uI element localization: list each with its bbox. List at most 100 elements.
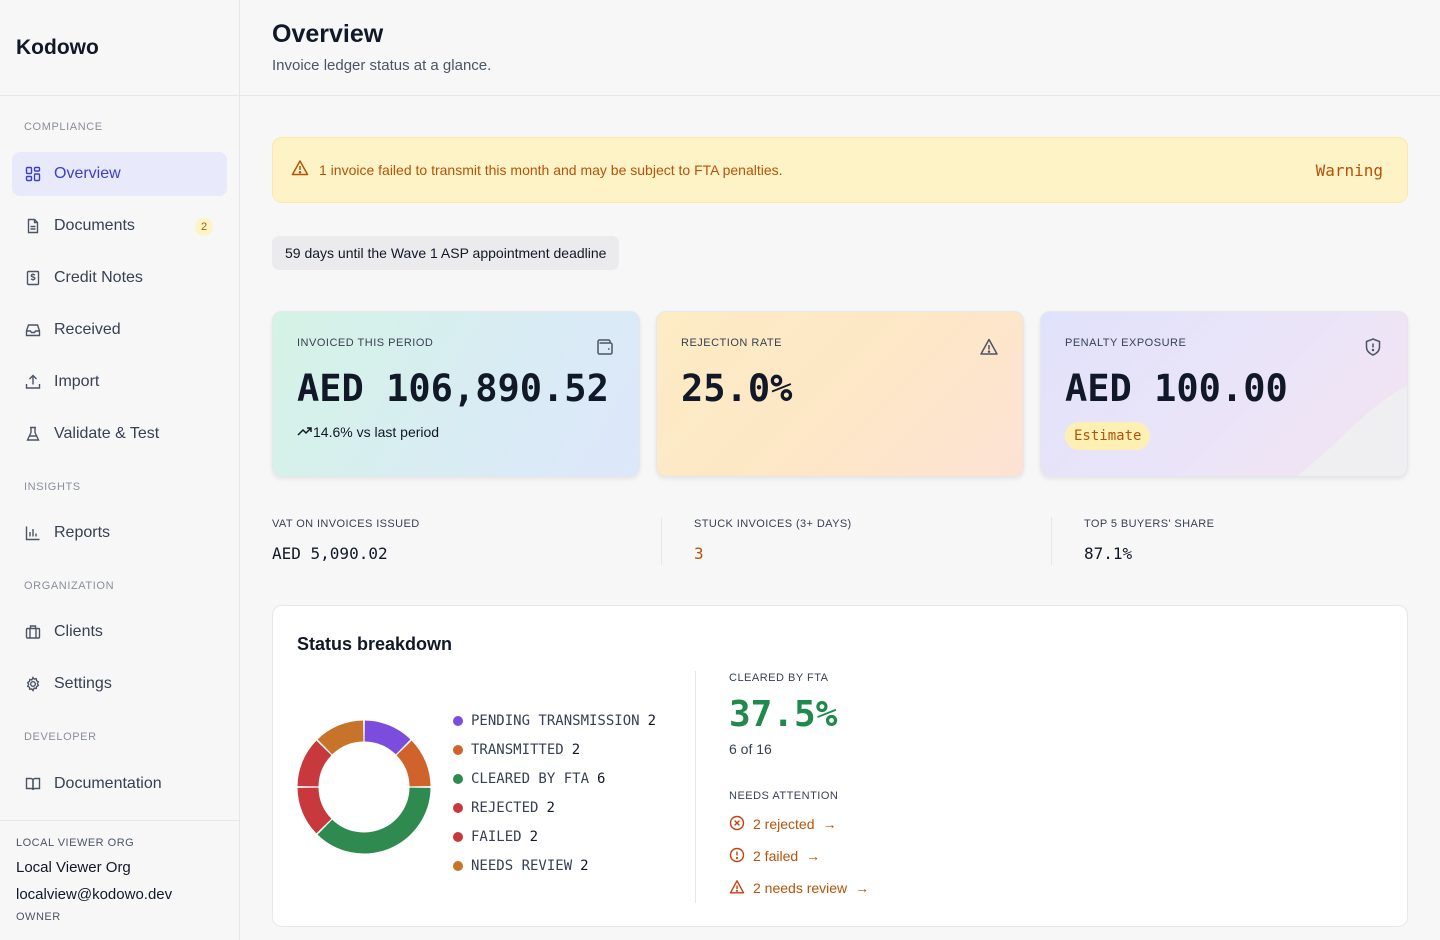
- stat-vat: VAT ON INVOICES ISSUED AED 5,090.02: [272, 518, 420, 563]
- legend-label: FAILED: [471, 828, 522, 845]
- donut-slice-cleared-by-fta: [317, 787, 431, 854]
- donut-slice-needs-review: [317, 720, 364, 755]
- sidebar-item-overview[interactable]: Overview: [12, 152, 227, 196]
- warning-icon: [979, 337, 999, 357]
- cleared-label: CLEARED BY FTA: [729, 672, 829, 684]
- sidebar-item-label: Reports: [54, 524, 111, 541]
- status-donut-chart: [297, 720, 431, 854]
- org-label: LOCAL VIEWER ORG: [16, 837, 135, 849]
- nav-section-compliance: COMPLIANCE: [24, 121, 103, 133]
- needs-review-link-label: 2 needs review: [753, 880, 848, 896]
- sidebar-item-documents[interactable]: Documents 2: [12, 204, 227, 248]
- legend-count: 2: [647, 712, 657, 729]
- rejected-link[interactable]: 2 rejected →: [729, 808, 869, 840]
- org-name: Local Viewer Org: [16, 859, 131, 876]
- page-header: Overview Invoice ledger status at a glan…: [240, 0, 1440, 96]
- kpi-trend: 14.6% vs last period: [297, 424, 615, 440]
- page-title: Overview: [272, 20, 384, 48]
- stat-top-buyers: TOP 5 BUYERS' SHARE 87.1%: [1084, 518, 1214, 563]
- sidebar-item-label: Documentation: [54, 775, 162, 792]
- kpi-card-invoiced: INVOICED THIS PERIOD AED 106,890.52 14.6…: [272, 311, 640, 477]
- cleared-summary: CLEARED BY FTA 37.5% 6 of 16: [729, 672, 837, 757]
- x-circle-icon: [729, 815, 753, 834]
- legend-item: REJECTED 2: [453, 793, 656, 822]
- sidebar-item-clients[interactable]: Clients: [12, 610, 227, 654]
- warning-banner: 1 invoice failed to transmit this month …: [272, 137, 1408, 203]
- kpi-card-penalty-exposure: PENALTY EXPOSURE AED 100.00 Estimate: [1040, 311, 1408, 477]
- stat-label: VAT ON INVOICES ISSUED: [272, 518, 420, 530]
- failed-link[interactable]: 2 failed →: [729, 840, 869, 872]
- bar-chart-icon: [24, 524, 42, 542]
- legend-swatch: [453, 831, 463, 842]
- legend-label: PENDING TRANSMISSION: [471, 712, 640, 729]
- inbox-icon: [24, 321, 42, 339]
- divider: [661, 517, 662, 565]
- stat-stuck-invoices: STUCK INVOICES (3+ DAYS) 3: [694, 518, 852, 563]
- stat-value: AED 5,090.02: [272, 544, 388, 563]
- nav-section-developer: DEVELOPER: [24, 731, 97, 743]
- trending-up-icon: [297, 424, 313, 440]
- donut-slice-transmitted: [396, 740, 431, 787]
- cleared-percentage: 37.5%: [729, 694, 838, 735]
- nav-section-insights: INSIGHTS: [24, 481, 81, 493]
- section-title: Status breakdown: [297, 634, 453, 654]
- account-email: localview@kodowo.dev: [16, 886, 173, 903]
- legend-item: PENDING TRANSMISSION 2: [453, 706, 656, 735]
- chart-legend: PENDING TRANSMISSION 2 TRANSMITTED 2 CLEARED…: [453, 706, 656, 880]
- sidebar-item-validate-test[interactable]: Validate & Test: [12, 412, 227, 456]
- legend-count: 6: [597, 770, 606, 787]
- receipt-icon: [24, 269, 42, 287]
- sidebar-item-reports[interactable]: Reports: [12, 511, 227, 555]
- kpi-label: REJECTION RATE: [681, 337, 782, 349]
- rejected-link-label: 2 rejected: [753, 816, 815, 832]
- legend-count: 2: [571, 741, 581, 758]
- deadline-chip: 59 days until the Wave 1 ASP appointment…: [272, 236, 620, 270]
- sidebar-item-label: Received: [54, 321, 121, 338]
- legend-swatch: [453, 860, 463, 871]
- divider: [1051, 517, 1052, 565]
- alert-circle-icon: [729, 847, 753, 866]
- sidebar-item-settings[interactable]: Settings: [12, 662, 227, 706]
- sidebar-item-label: Settings: [54, 675, 112, 692]
- donut-slice-rejected: [297, 787, 332, 834]
- stat-value: 3: [694, 544, 704, 563]
- brand-logo: Kodowo: [0, 0, 239, 96]
- account-panel: LOCAL VIEWER ORG Local Viewer Org localv…: [0, 820, 239, 923]
- legend-swatch: [453, 802, 463, 813]
- sidebar-item-documentation[interactable]: Documentation: [12, 762, 227, 806]
- shield-icon: [1363, 337, 1383, 357]
- legend-swatch: [453, 773, 463, 784]
- stat-label: STUCK INVOICES (3+ DAYS): [694, 518, 852, 530]
- kpi-label: INVOICED THIS PERIOD: [297, 337, 434, 349]
- legend-item: FAILED 2: [453, 822, 656, 851]
- nav-section-organization: ORGANIZATION: [24, 580, 115, 592]
- legend-swatch: [453, 744, 463, 755]
- failed-link-label: 2 failed: [753, 848, 799, 864]
- status-breakdown-card: Status breakdown PENDING TRANSMISSION 2 TR…: [272, 605, 1408, 927]
- dashboard-icon: [24, 165, 42, 183]
- arrow-right-icon: →: [822, 816, 837, 832]
- documents-count-badge: 2: [195, 218, 213, 236]
- sidebar-item-import[interactable]: Import: [12, 360, 227, 404]
- kpi-label: PENALTY EXPOSURE: [1065, 337, 1187, 349]
- legend-count: 2: [529, 828, 539, 845]
- kpi-value: AED 106,890.52: [297, 367, 609, 410]
- kpi-value: 25.0%: [681, 367, 793, 410]
- sidebar-item-label: Clients: [54, 623, 103, 640]
- needs-attention: NEEDS ATTENTION 2 rejected → 2 failed → …: [729, 790, 869, 904]
- stat-value: 87.1%: [1084, 544, 1133, 563]
- legend-item: NEEDS REVIEW 2: [453, 851, 656, 880]
- needs-attention-label: NEEDS ATTENTION: [729, 790, 839, 802]
- legend-item: CLEARED BY FTA 6: [453, 764, 656, 793]
- account-role: OWNER: [16, 911, 61, 923]
- donut-slice-pending-transmission: [364, 720, 411, 755]
- needs-review-link[interactable]: 2 needs review →: [729, 872, 869, 904]
- legend-count: 2: [580, 857, 589, 874]
- sidebar-item-credit-notes[interactable]: Credit Notes: [12, 256, 227, 300]
- sidebar-item-label: Validate & Test: [54, 425, 160, 442]
- legend-label: REJECTED: [471, 799, 539, 816]
- book-icon: [24, 775, 42, 793]
- kpi-value: AED 100.00: [1065, 367, 1288, 410]
- sidebar-item-received[interactable]: Received: [12, 308, 227, 352]
- flask-icon: [24, 425, 42, 443]
